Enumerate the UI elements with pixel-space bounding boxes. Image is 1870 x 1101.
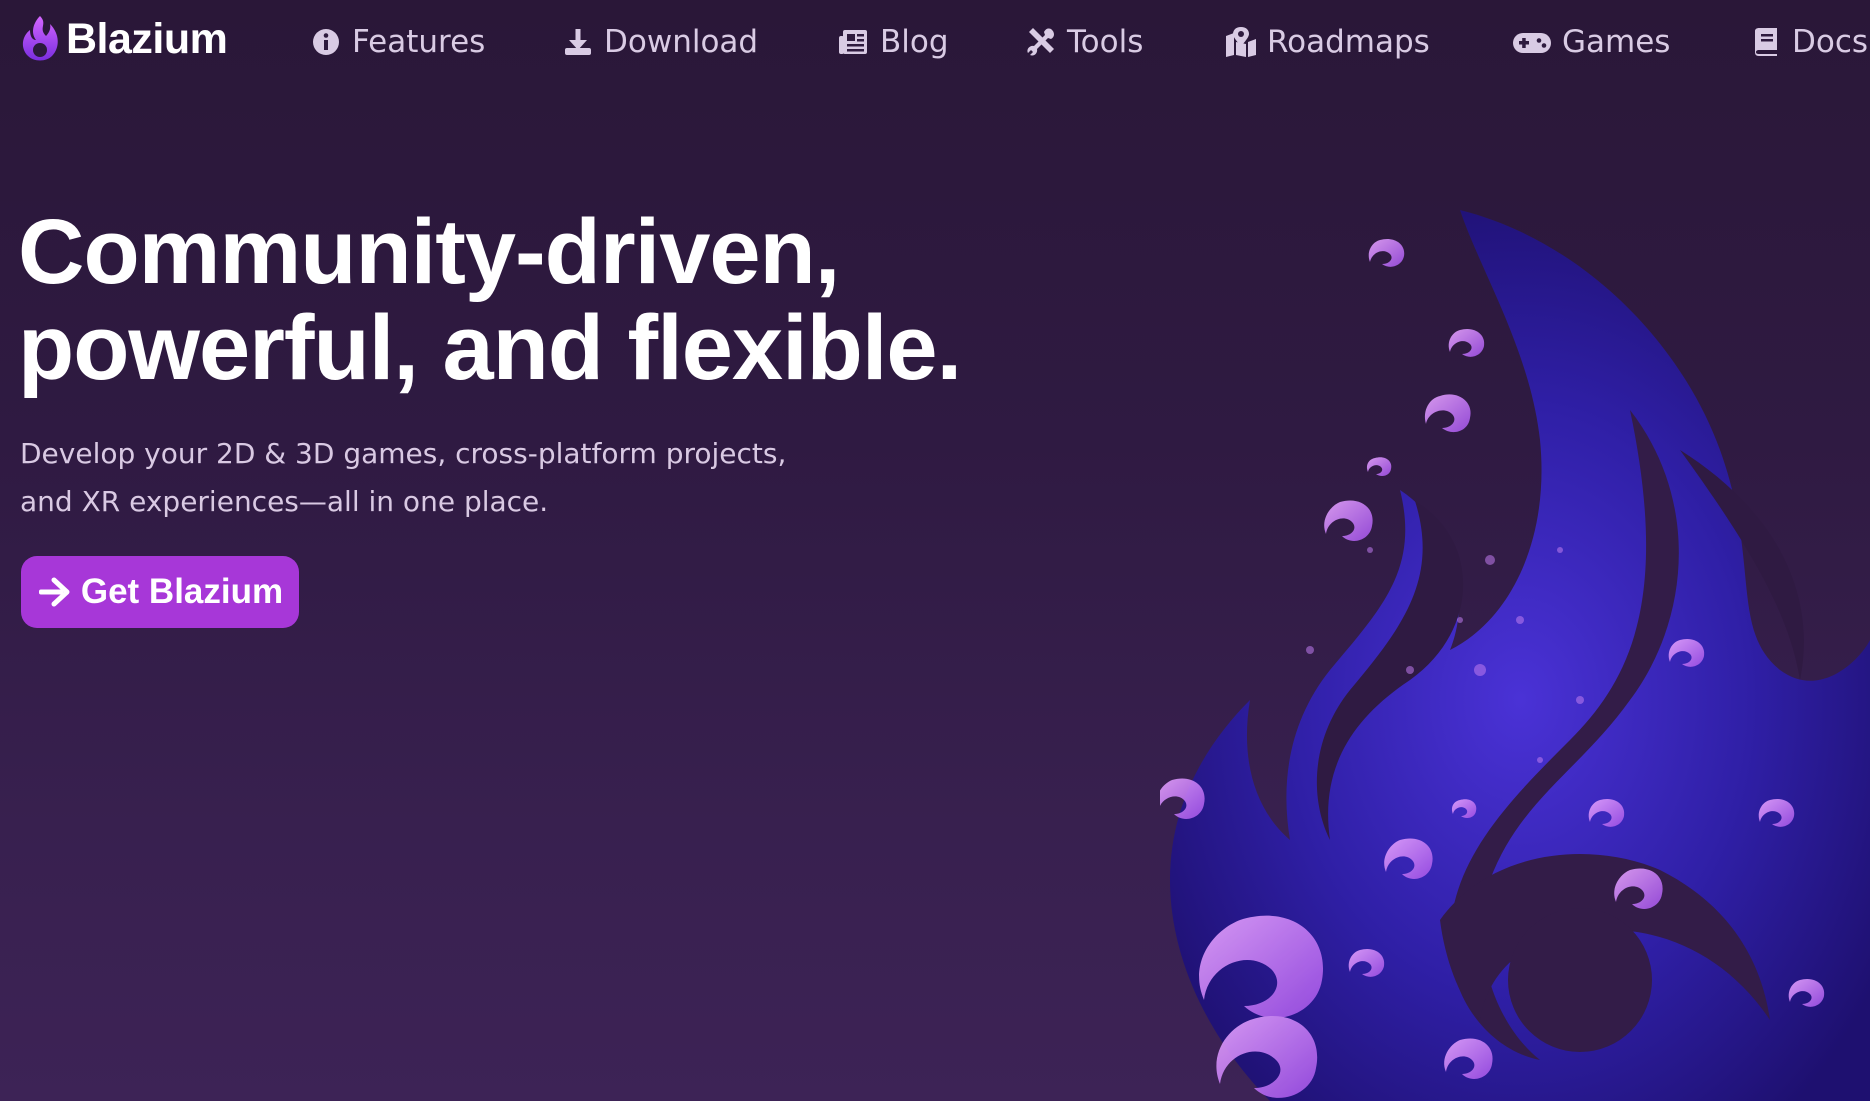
nav-roadmaps-label: Roadmaps <box>1267 24 1430 60</box>
hero-title-line-1: Community-driven, <box>18 201 840 303</box>
map-pin-icon <box>1226 27 1256 57</box>
brand-home-link[interactable]: Blazium <box>18 14 228 64</box>
nav-download-label: Download <box>604 24 759 60</box>
get-blazium-label: Get Blazium <box>80 572 284 611</box>
hero-subtitle-line-1: Develop your 2D & 3D games, cross-platfo… <box>20 437 787 470</box>
flame-logo-icon <box>22 16 58 61</box>
hero-title: Community-driven, powerful, and flexible… <box>18 204 1038 396</box>
hero-title-line-2: powerful, and flexible. <box>18 297 962 399</box>
nav-docs-label: Docs <box>1792 24 1869 60</box>
nav-download-link[interactable]: Download <box>562 20 758 64</box>
nav-games-link[interactable]: Games <box>1512 20 1670 64</box>
get-blazium-button[interactable]: Get Blazium <box>21 556 299 628</box>
flame-artwork <box>1160 210 1870 1101</box>
nav-tools-label: Tools <box>1067 24 1144 60</box>
tools-icon <box>1027 28 1054 56</box>
nav-roadmaps-link[interactable]: Roadmaps <box>1225 20 1430 64</box>
nav-blog-link[interactable]: Blog <box>838 20 949 64</box>
top-navigation-bar: Blazium Features Download Blog Tools Roa… <box>0 0 1870 84</box>
info-circle-icon <box>313 29 339 55</box>
arrow-right-icon <box>38 577 70 607</box>
brand-name: Blazium <box>66 14 228 63</box>
nav-blog-label: Blog <box>880 24 949 60</box>
nav-docs-link[interactable]: Docs <box>1750 20 1868 64</box>
nav-games-label: Games <box>1562 24 1671 60</box>
hero-subtitle: Develop your 2D & 3D games, cross-platfo… <box>20 430 880 526</box>
nav-features-link[interactable]: Features <box>310 20 485 64</box>
nav-features-label: Features <box>352 24 486 60</box>
download-icon <box>565 29 591 55</box>
newspaper-icon <box>839 30 867 54</box>
hero-subtitle-line-2: and XR experiences—all in one place. <box>20 485 549 518</box>
gamepad-icon <box>1513 33 1551 53</box>
nav-tools-link[interactable]: Tools <box>1025 20 1143 64</box>
book-icon <box>1755 28 1777 56</box>
